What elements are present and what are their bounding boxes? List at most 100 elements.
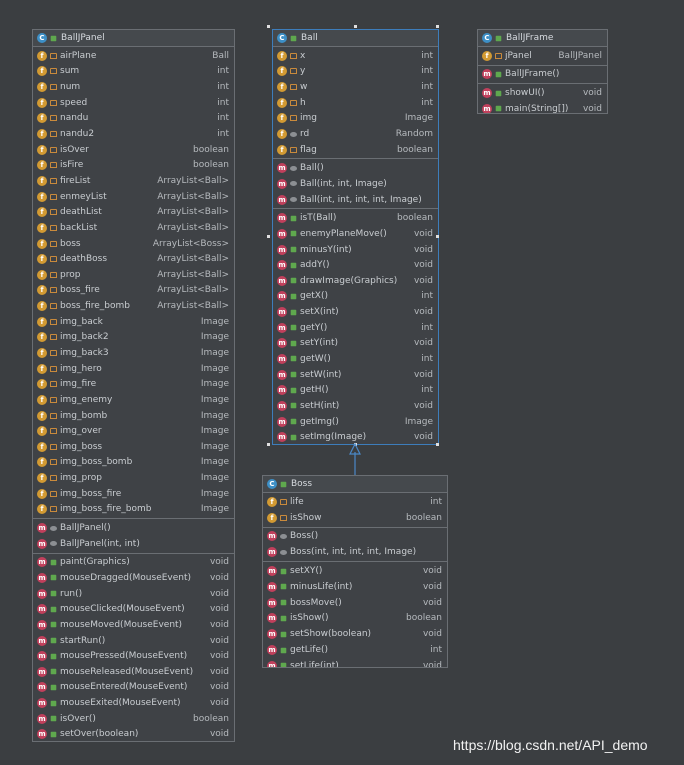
- method-row[interactable]: m setX(int) void: [273, 304, 438, 320]
- method-row[interactable]: m setH(int) void: [273, 398, 438, 414]
- constructor-row[interactable]: m BallJFrame(): [478, 67, 607, 83]
- field-row[interactable]: f boss ArrayList<Boss>: [33, 236, 234, 252]
- class-ball[interactable]: C Ball f x int f y int f w int f h int f img Image f rd R…: [272, 29, 439, 445]
- field-row[interactable]: f jPanel BallJPanel: [478, 48, 607, 64]
- class-balljpanel[interactable]: C BallJPanel f airPlane Ball f sum int f num int…: [32, 29, 235, 742]
- selection-handle[interactable]: [436, 443, 439, 446]
- field-row[interactable]: f backList ArrayList<Ball>: [33, 220, 234, 236]
- field-row[interactable]: f h int: [273, 95, 438, 111]
- field-row[interactable]: f fireList ArrayList<Ball>: [33, 173, 234, 189]
- method-row[interactable]: m getY() int: [273, 320, 438, 336]
- method-row[interactable]: m setLife(int) void: [263, 658, 447, 667]
- method-row[interactable]: m isOver() boolean: [33, 711, 234, 727]
- field-row[interactable]: f life int: [263, 494, 447, 510]
- field-row[interactable]: f img_boss_fire_bomb Image: [33, 502, 234, 518]
- field-row[interactable]: f img_fire Image: [33, 376, 234, 392]
- method-row[interactable]: m addY() void: [273, 257, 438, 273]
- method-row[interactable]: m run() void: [33, 586, 234, 602]
- selection-handle[interactable]: [267, 25, 270, 28]
- constructor-row[interactable]: m Boss(int, int, int, int, Image): [263, 544, 447, 560]
- constructor-row[interactable]: m Ball(int, int, int, int, Image): [273, 192, 438, 208]
- field-row[interactable]: f img_boss Image: [33, 439, 234, 455]
- method-row[interactable]: m getLife() int: [263, 642, 447, 658]
- field-row[interactable]: f rd Random: [273, 126, 438, 142]
- field-row[interactable]: f w int: [273, 79, 438, 95]
- class-header[interactable]: C BallJPanel: [33, 30, 234, 47]
- method-row[interactable]: m getX() int: [273, 289, 438, 305]
- method-row[interactable]: m mouseExited(MouseEvent) void: [33, 695, 234, 711]
- field-row[interactable]: f speed int: [33, 95, 234, 111]
- field-row[interactable]: f nandu int: [33, 111, 234, 127]
- selection-handle[interactable]: [267, 443, 270, 446]
- field-row[interactable]: f x int: [273, 48, 438, 64]
- method-row[interactable]: m mousePressed(MouseEvent) void: [33, 648, 234, 664]
- method-row[interactable]: m mouseReleased(MouseEvent) void: [33, 664, 234, 680]
- field-row[interactable]: f img_back2 Image: [33, 330, 234, 346]
- field-row[interactable]: f img_hero Image: [33, 361, 234, 377]
- constructor-row[interactable]: m Ball(int, int, Image): [273, 176, 438, 192]
- field-row[interactable]: f boss_fire_bomb ArrayList<Ball>: [33, 298, 234, 314]
- method-row[interactable]: m startRun() void: [33, 633, 234, 649]
- field-row[interactable]: f boss_fire ArrayList<Ball>: [33, 283, 234, 299]
- method-row[interactable]: m minusY(int) void: [273, 242, 438, 258]
- field-row[interactable]: f enmeyList ArrayList<Ball>: [33, 189, 234, 205]
- field-row[interactable]: f img_back3 Image: [33, 345, 234, 361]
- method-row[interactable]: m paint(Graphics) void: [33, 555, 234, 571]
- method-row[interactable]: m getImg() Image: [273, 414, 438, 430]
- selection-handle[interactable]: [436, 235, 439, 238]
- method-row[interactable]: m enemyPlaneMove() void: [273, 226, 438, 242]
- method-row[interactable]: m setXY() void: [263, 563, 447, 579]
- field-row[interactable]: f isFire boolean: [33, 157, 234, 173]
- method-row[interactable]: m main(String[]) void: [478, 101, 607, 113]
- method-row[interactable]: m mouseClicked(MouseEvent) void: [33, 601, 234, 617]
- field-row[interactable]: f img_back Image: [33, 314, 234, 330]
- class-header[interactable]: C BallJFrame: [478, 30, 607, 47]
- field-row[interactable]: f img_prop Image: [33, 470, 234, 486]
- constructor-row[interactable]: m BallJPanel(int, int): [33, 536, 234, 552]
- selection-handle[interactable]: [436, 25, 439, 28]
- method-row[interactable]: m bossMove() void: [263, 595, 447, 611]
- field-row[interactable]: f isShow boolean: [263, 510, 447, 526]
- method-row[interactable]: m setOver(boolean) void: [33, 727, 234, 741]
- class-header[interactable]: C Boss: [263, 476, 447, 493]
- constructor-row[interactable]: m Ball(): [273, 160, 438, 176]
- field-row[interactable]: f img_boss_bomb Image: [33, 455, 234, 471]
- method-row[interactable]: m getW() int: [273, 351, 438, 367]
- field-row[interactable]: f img_enemy Image: [33, 392, 234, 408]
- field-row[interactable]: f deathBoss ArrayList<Ball>: [33, 251, 234, 267]
- method-row[interactable]: m setY(int) void: [273, 336, 438, 352]
- field-row[interactable]: f img_bomb Image: [33, 408, 234, 424]
- field-row[interactable]: f num int: [33, 79, 234, 95]
- class-boss[interactable]: C Boss f life int f isShow boolean m Boss() m Bo…: [262, 475, 448, 668]
- method-row[interactable]: m mouseMoved(MouseEvent) void: [33, 617, 234, 633]
- selection-handle[interactable]: [354, 443, 357, 446]
- field-row[interactable]: f nandu2 int: [33, 126, 234, 142]
- selection-handle[interactable]: [267, 235, 270, 238]
- field-row[interactable]: f img_boss_fire Image: [33, 486, 234, 502]
- method-row[interactable]: m getH() int: [273, 382, 438, 398]
- field-row[interactable]: f img Image: [273, 111, 438, 127]
- field-row[interactable]: f img_over Image: [33, 423, 234, 439]
- field-row[interactable]: f flag boolean: [273, 142, 438, 158]
- method-row[interactable]: m setW(int) void: [273, 367, 438, 383]
- class-balljframe[interactable]: C BallJFrame f jPanel BallJPanel m BallJFra…: [477, 29, 608, 114]
- field-row[interactable]: f airPlane Ball: [33, 48, 234, 64]
- private-lock-visibility-icon: [50, 475, 57, 482]
- field-row[interactable]: f sum int: [33, 64, 234, 80]
- selection-handle[interactable]: [354, 25, 357, 28]
- field-row[interactable]: f prop ArrayList<Ball>: [33, 267, 234, 283]
- field-row[interactable]: f y int: [273, 64, 438, 80]
- constructor-row[interactable]: m Boss(): [263, 529, 447, 545]
- class-header[interactable]: C Ball: [273, 30, 438, 47]
- constructor-row[interactable]: m BallJPanel(): [33, 520, 234, 536]
- method-row[interactable]: m showUI() void: [478, 85, 607, 101]
- method-row[interactable]: m minusLife(int) void: [263, 579, 447, 595]
- method-row[interactable]: m isT(Ball) boolean: [273, 210, 438, 226]
- method-row[interactable]: m mouseEntered(MouseEvent) void: [33, 680, 234, 696]
- field-row[interactable]: f isOver boolean: [33, 142, 234, 158]
- method-row[interactable]: m setShow(boolean) void: [263, 626, 447, 642]
- method-row[interactable]: m mouseDragged(MouseEvent) void: [33, 570, 234, 586]
- method-row[interactable]: m isShow() boolean: [263, 611, 447, 627]
- field-row[interactable]: f deathList ArrayList<Ball>: [33, 204, 234, 220]
- method-row[interactable]: m drawImage(Graphics) void: [273, 273, 438, 289]
